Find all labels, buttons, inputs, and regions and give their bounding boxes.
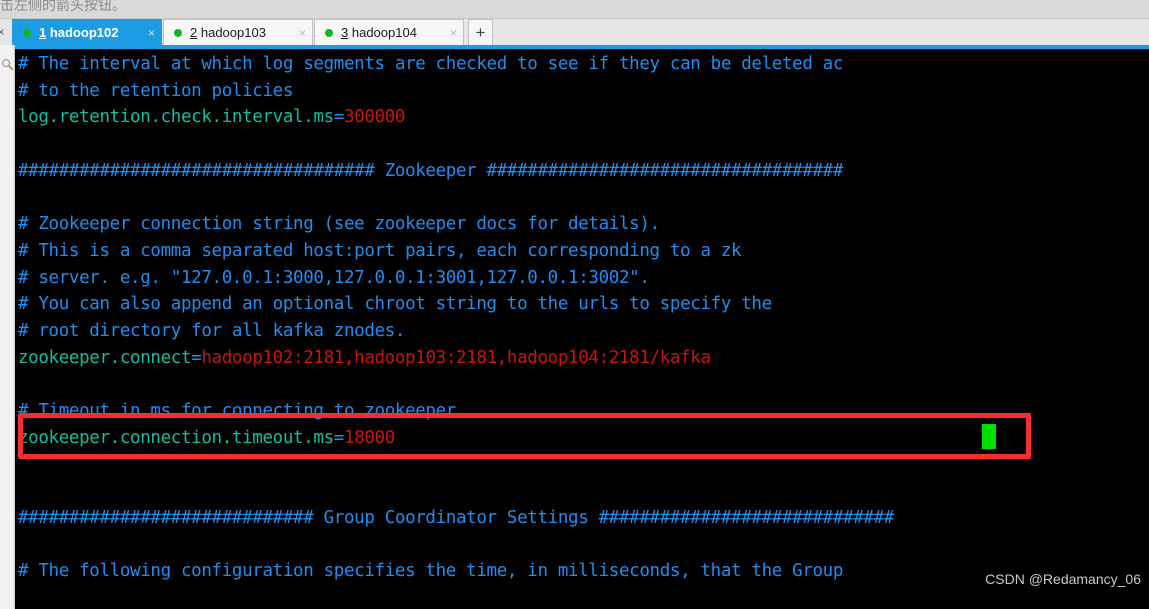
tab-name-2: hadoop103 (200, 25, 266, 40)
tab-hadoop104[interactable]: 3 hadoop104 × (314, 19, 464, 45)
terminal-output[interactable]: # The interval at which log segments are… (15, 49, 1149, 609)
tab-name-1: hadoop102 (49, 25, 119, 40)
tab-index-3: 3 (341, 25, 349, 40)
tab-close-icon-1[interactable]: × (148, 27, 155, 39)
search-icon[interactable] (0, 56, 15, 72)
hint-text: 击左侧的箭头按钮。 (0, 0, 126, 14)
tab-strip: 1 hadoop102 × 2 hadoop103 × 3 hadoop104 … (12, 19, 493, 46)
side-rail (0, 45, 15, 609)
hint-strip: 击左侧的箭头按钮。 (0, 0, 1149, 18)
screenshot-root: 击左侧的箭头按钮。 × 1 hadoop102 × 2 hadoop103 × … (0, 0, 1149, 609)
tab-label-hadoop102: 1 hadoop102 (39, 25, 138, 40)
tab-bar: × 1 hadoop102 × 2 hadoop103 × 3 hadoop10… (0, 18, 1149, 46)
tab-status-dot-icon (325, 28, 333, 37)
new-tab-button[interactable]: + (468, 19, 493, 45)
tab-index-2: 2 (190, 25, 198, 40)
watermark-text: CSDN @Redamancy_06 (985, 571, 1141, 587)
terminal-cursor (982, 424, 996, 449)
tab-name-3: hadoop104 (351, 25, 417, 40)
tab-close-icon-2[interactable]: × (299, 27, 306, 39)
tab-hadoop102[interactable]: 1 hadoop102 × (12, 19, 162, 45)
tab-hadoop103[interactable]: 2 hadoop103 × (163, 19, 313, 45)
tab-status-dot-icon (174, 28, 182, 37)
terminal-panel[interactable]: # The interval at which log segments are… (15, 45, 1149, 609)
tab-scroll-left-icon[interactable]: × (0, 23, 7, 41)
tab-label-hadoop104: 3 hadoop104 (341, 25, 440, 40)
tab-close-icon-3[interactable]: × (450, 27, 457, 39)
tab-label-hadoop103: 2 hadoop103 (190, 25, 289, 40)
tab-status-dot-icon (23, 28, 31, 37)
tab-index-1: 1 (39, 25, 47, 40)
terminal-text: # The interval at which log segments are… (18, 54, 894, 582)
